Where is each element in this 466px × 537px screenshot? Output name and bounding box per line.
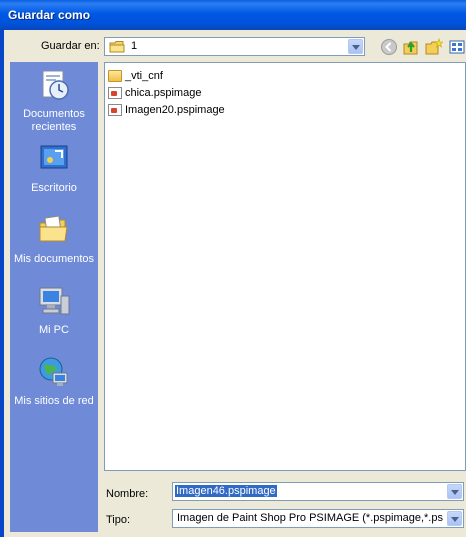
place-desktop[interactable]: Escritorio — [10, 142, 98, 195]
pspimage-file-icon — [108, 87, 122, 100]
place-label: Mi PC — [39, 324, 69, 336]
my-computer-icon — [39, 287, 70, 315]
list-item[interactable]: Imagen20.pspimage — [108, 102, 225, 118]
chevron-down-icon[interactable] — [348, 39, 363, 54]
place-recent-documents[interactable]: Documentos recientes — [10, 68, 98, 134]
place-label: Mis documentos — [13, 253, 95, 265]
type-select[interactable]: Imagen de Paint Shop Pro PSIMAGE (*.pspi… — [172, 509, 464, 528]
file-name: chica.pspimage — [125, 87, 202, 99]
type-value: Imagen de Paint Shop Pro PSIMAGE (*.pspi… — [177, 512, 443, 524]
window-frame-left — [0, 30, 4, 537]
save-in-combo[interactable]: 1 — [104, 37, 365, 56]
folder-icon — [109, 41, 125, 53]
file-list[interactable]: _vti_cnf chica.pspimage Imagen20.pspimag… — [104, 62, 466, 471]
chevron-down-icon[interactable] — [447, 511, 462, 526]
list-item[interactable]: _vti_cnf — [108, 68, 163, 84]
place-network-places[interactable]: Mis sitios de red — [10, 355, 98, 408]
place-label: Escritorio — [31, 182, 77, 194]
file-name: _vti_cnf — [125, 70, 163, 82]
window-title: Guardar como — [8, 8, 91, 22]
my-documents-icon — [39, 215, 68, 242]
back-icon[interactable] — [380, 38, 398, 56]
place-my-computer[interactable]: Mi PC — [10, 284, 98, 337]
chevron-down-icon[interactable] — [447, 484, 462, 499]
folder-icon — [108, 70, 122, 83]
save-in-label: Guardar en: — [41, 40, 100, 52]
network-places-icon — [39, 357, 68, 386]
places-bar: Documentos recientes Escritorio Mis docu… — [10, 62, 98, 532]
file-name: Imagen20.pspimage — [125, 104, 225, 116]
name-label: Nombre: — [106, 488, 149, 500]
pspimage-file-icon — [108, 104, 122, 117]
name-combo[interactable]: Imagen46.pspimage — [172, 482, 464, 501]
up-folder-icon[interactable] — [402, 38, 420, 56]
place-my-documents[interactable]: Mis documentos — [10, 213, 98, 266]
name-input[interactable]: Imagen46.pspimage — [175, 485, 277, 497]
list-item[interactable]: chica.pspimage — [108, 85, 201, 101]
type-label: Tipo: — [106, 514, 131, 526]
desktop-icon — [40, 145, 68, 169]
place-label: Documentos recientes — [23, 108, 85, 133]
place-label: Mis sitios de red — [14, 395, 94, 407]
new-folder-icon[interactable] — [425, 38, 443, 56]
recent-documents-icon — [42, 70, 69, 100]
view-menu-icon[interactable] — [448, 38, 466, 56]
save-in-value: 1 — [131, 40, 138, 52]
title-bar[interactable]: Guardar como — [0, 0, 466, 30]
